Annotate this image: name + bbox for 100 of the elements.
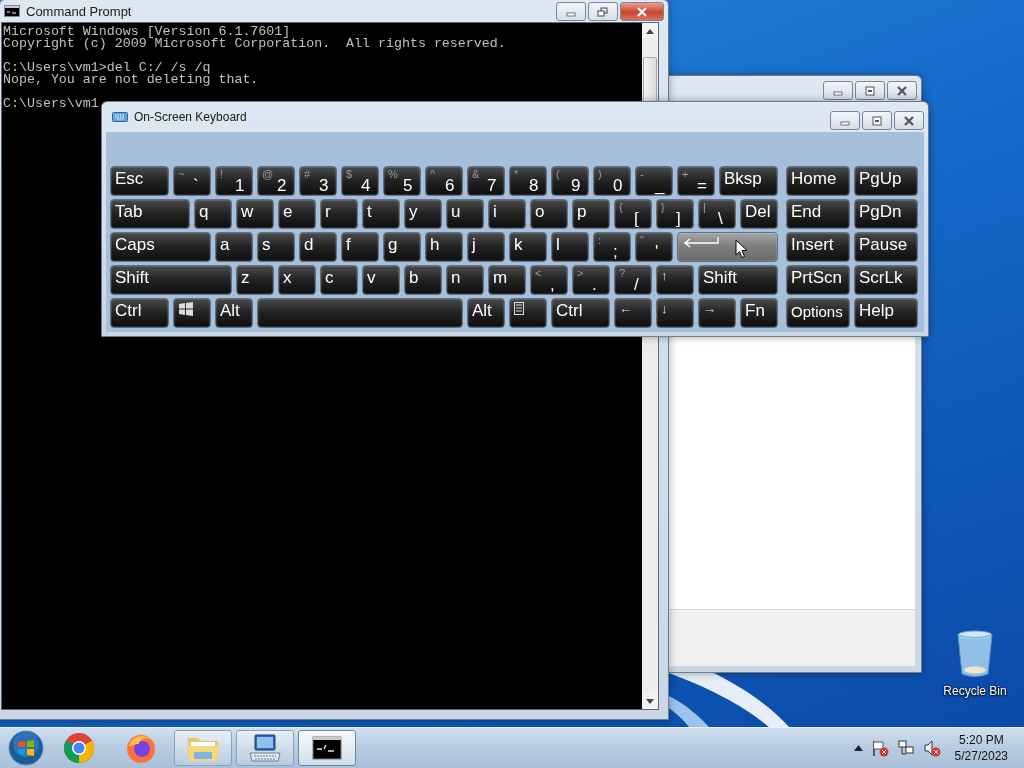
key[interactable]: > . <box>572 265 610 295</box>
key[interactable]: ↑ <box>656 265 694 295</box>
trash-bin-icon[interactable] <box>957 630 993 678</box>
start-button[interactable] <box>6 730 46 766</box>
key[interactable]: { [ <box>614 199 652 229</box>
maximize-button[interactable] <box>855 81 885 100</box>
key[interactable]: PgUp <box>854 166 918 196</box>
key[interactable]: $ 4 <box>341 166 379 196</box>
key[interactable]: c <box>320 265 358 295</box>
key[interactable]: ← <box>614 298 652 328</box>
key[interactable]: h <box>425 232 463 262</box>
key[interactable]: ) 0 <box>593 166 631 196</box>
key[interactable]: Home <box>786 166 850 196</box>
key[interactable]: ScrLk <box>854 265 918 295</box>
key[interactable]: " ' <box>635 232 673 262</box>
key[interactable]: Fn <box>740 298 778 328</box>
key[interactable]: # 3 <box>299 166 337 196</box>
key[interactable]: z <box>236 265 274 295</box>
space-key[interactable] <box>257 298 463 328</box>
key[interactable]: Alt <box>467 298 505 328</box>
flag-icon[interactable] <box>870 739 889 757</box>
key[interactable]: % 5 <box>383 166 421 196</box>
key[interactable]: e <box>278 199 316 229</box>
key[interactable]: Insert <box>786 232 850 262</box>
minimize-button[interactable] <box>830 111 860 130</box>
caret-up-icon[interactable] <box>853 745 863 751</box>
key[interactable]: Ctrl <box>110 298 169 328</box>
key[interactable]: j <box>467 232 505 262</box>
key[interactable]: ^ 6 <box>425 166 463 196</box>
taskbar-button[interactable] <box>236 730 294 766</box>
key[interactable]: f <box>341 232 379 262</box>
key[interactable]: p <box>572 199 610 229</box>
key[interactable]: b <box>404 265 442 295</box>
key[interactable]: Shift <box>110 265 232 295</box>
key[interactable]: Options <box>786 298 850 328</box>
key[interactable]: n <box>446 265 484 295</box>
key[interactable]: → <box>698 298 736 328</box>
key[interactable]: q <box>194 199 232 229</box>
key[interactable]: o <box>530 199 568 229</box>
key[interactable]: u <box>446 199 484 229</box>
key[interactable]: l <box>551 232 589 262</box>
key[interactable]: Bksp <box>719 166 778 196</box>
key[interactable]: x <box>278 265 316 295</box>
key[interactable]: Esc <box>110 166 169 196</box>
key[interactable]: v <box>362 265 400 295</box>
key[interactable]: : ; <box>593 232 631 262</box>
close-button[interactable] <box>887 81 917 100</box>
key[interactable]: Alt <box>215 298 253 328</box>
key[interactable]: Pause <box>854 232 918 262</box>
key[interactable]: Ctrl <box>551 298 610 328</box>
key[interactable]: ! 1 <box>215 166 253 196</box>
key[interactable]: ( 9 <box>551 166 589 196</box>
key[interactable]: ↓ <box>656 298 694 328</box>
taskbar-button[interactable] <box>298 730 356 766</box>
icon-label[interactable]: Recycle Bin <box>943 684 1007 698</box>
key[interactable]: Shift <box>698 265 778 295</box>
terminal-icon <box>312 736 342 760</box>
down-arrow-icon[interactable] <box>646 698 654 704</box>
close-button[interactable] <box>620 2 664 21</box>
speaker-muted-icon[interactable] <box>922 739 941 757</box>
key[interactable]: Help <box>854 298 918 328</box>
key[interactable]: | \ <box>698 199 736 229</box>
minimize-button[interactable] <box>556 2 586 21</box>
key[interactable]: PgDn <box>854 199 918 229</box>
key[interactable]: + = <box>677 166 715 196</box>
key[interactable]: k <box>509 232 547 262</box>
key[interactable]: Caps <box>110 232 211 262</box>
key[interactable]: y <box>404 199 442 229</box>
key[interactable]: - _ <box>635 166 673 196</box>
key[interactable]: m <box>488 265 526 295</box>
minimize-button[interactable] <box>823 81 853 100</box>
key[interactable]: r <box>320 199 358 229</box>
key[interactable]: w <box>236 199 274 229</box>
key[interactable]: < , <box>530 265 568 295</box>
key[interactable]: Tab <box>110 199 190 229</box>
key[interactable] <box>173 298 211 328</box>
maximize-button[interactable] <box>862 111 892 130</box>
key[interactable]: & 7 <box>467 166 505 196</box>
close-button[interactable] <box>894 111 924 130</box>
maximize-button[interactable] <box>588 2 618 21</box>
key[interactable]: @ 2 <box>257 166 295 196</box>
key[interactable] <box>509 298 547 328</box>
key[interactable]: d <box>299 232 337 262</box>
key[interactable]: g <box>383 232 421 262</box>
key[interactable]: ~ ` <box>173 166 211 196</box>
up-arrow-icon[interactable] <box>646 28 654 34</box>
key[interactable]: End <box>786 199 850 229</box>
clock[interactable]: 5:20 PM 5/27/2023 <box>954 732 1008 764</box>
key[interactable]: PrtScn <box>786 265 850 295</box>
key[interactable]: a <box>215 232 253 262</box>
key[interactable]: * 8 <box>509 166 547 196</box>
network-icon[interactable] <box>896 739 915 757</box>
key[interactable]: s <box>257 232 295 262</box>
key[interactable]: ? / <box>614 265 652 295</box>
window-title: On-Screen Keyboard <box>134 110 248 124</box>
key[interactable]: } ] <box>656 199 694 229</box>
key[interactable]: Del <box>740 199 778 229</box>
key[interactable]: t <box>362 199 400 229</box>
enter-key[interactable] <box>677 232 778 262</box>
key[interactable]: i <box>488 199 526 229</box>
